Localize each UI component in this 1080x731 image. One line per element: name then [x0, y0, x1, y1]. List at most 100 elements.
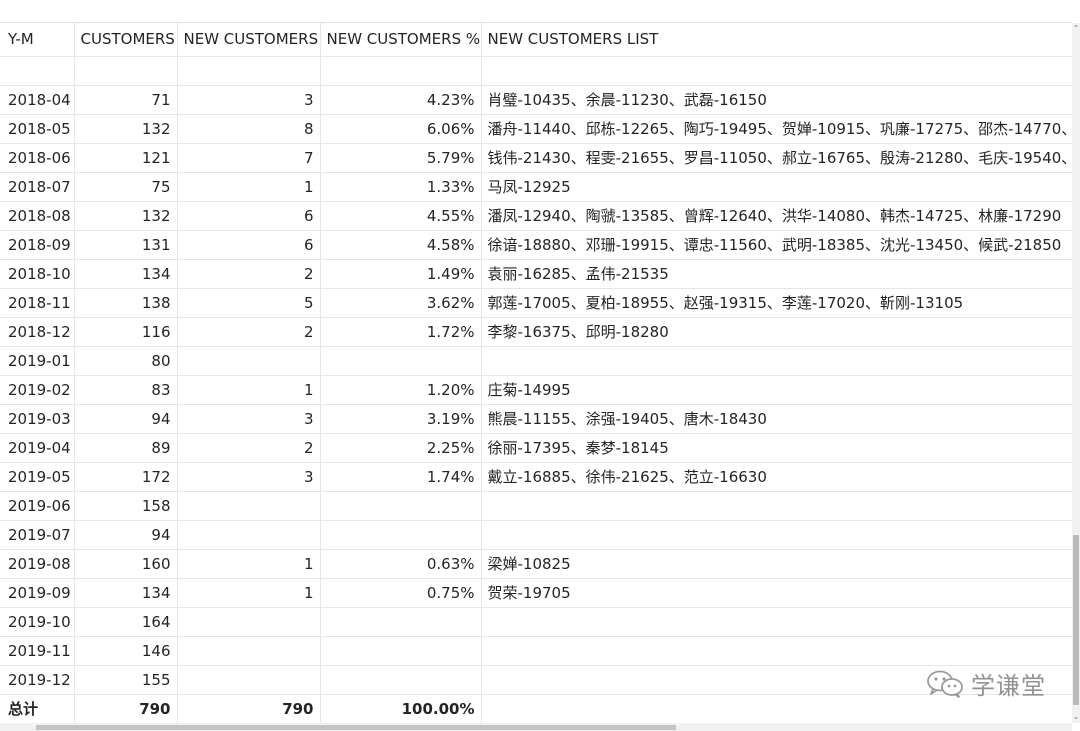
cell-new-customers-list: 郭莲-17005、夏柏-18955、赵强-19315、李莲-17020、靳刚-1… [481, 288, 1072, 318]
cell-new-customers [177, 665, 321, 695]
cell-new-customers-pct: 2.25% [320, 433, 482, 463]
cell-new-customers-pct [320, 665, 482, 695]
column-header-new-customers[interactable]: NEW CUSTOMERS [177, 23, 321, 57]
cell-ym: 2018-07 [0, 172, 75, 202]
cell-new-customers-list: 袁丽-16285、孟伟-21535 [481, 259, 1072, 289]
column-header-customers[interactable]: CUSTOMERS [74, 23, 178, 57]
cell-new-customers-list [481, 607, 1072, 637]
column-header-ym[interactable]: Y-M [0, 23, 75, 57]
vertical-scroll-thumb[interactable] [1073, 535, 1079, 705]
cell-new-customers-list: 梁婵-10825 [481, 549, 1072, 579]
cell-new-customers-pct: 3.62% [320, 288, 482, 318]
watermark: 学谦堂 [925, 666, 1046, 701]
scroll-clip-row [0, 56, 1072, 86]
table-row[interactable]: 2019-09 134 1 0.75% 贺荣-19705 [0, 578, 1072, 608]
cell-new-customers [177, 346, 321, 376]
cell-ym: 2018-10 [0, 259, 75, 289]
cell-new-customers-list: 潘舟-11440、邱栋-12265、陶巧-19495、贺婵-10915、巩廉-1… [481, 114, 1072, 144]
cell-new-customers-list: 庄菊-14995 [481, 375, 1072, 405]
cell-new-customers [177, 520, 321, 550]
cell-customers: 121 [74, 143, 178, 173]
table-visual: Y-M CUSTOMERS NEW CUSTOMERS NEW CUSTOMER… [0, 0, 1080, 731]
total-label: 总计 [0, 693, 75, 723]
column-header-new-customers-list[interactable]: NEW CUSTOMERS LIST [481, 23, 1072, 57]
cell-customers: 94 [74, 520, 178, 550]
horizontal-scrollbar[interactable] [0, 723, 1072, 731]
cell-new-customers-pct: 1.72% [320, 317, 482, 347]
cell-ym: 2018-05 [0, 114, 75, 144]
cell-ym: 2018-04 [0, 85, 75, 115]
table-row[interactable]: 2018-09 131 6 4.58% 徐谙-18880、邓珊-19915、谭忠-115… [0, 230, 1072, 260]
column-header-new-customers-pct[interactable]: NEW CUSTOMERS % [320, 23, 482, 57]
cell-ym: 2019-05 [0, 462, 75, 492]
cell-new-customers: 6 [177, 230, 321, 260]
table-row[interactable]: 2019-05 172 3 1.74% 戴立-16885、徐伟-21625、范立-166… [0, 462, 1072, 492]
table-row[interactable]: 2019-11 146 [0, 636, 1072, 666]
table-row[interactable]: 2018-11 138 5 3.62% 郭莲-17005、夏柏-18955、赵强-193… [0, 288, 1072, 318]
cell-customers: 71 [74, 85, 178, 115]
cell-customers: 75 [74, 172, 178, 202]
cell-new-customers: 2 [177, 433, 321, 463]
cell-ym: 2019-09 [0, 578, 75, 608]
cell-ym: 2019-07 [0, 520, 75, 550]
table-row[interactable]: 2019-04 89 2 2.25% 徐丽-17395、秦梦-18145 [0, 433, 1072, 463]
cell-new-customers-pct: 1.74% [320, 462, 482, 492]
table-row[interactable]: 2019-02 83 1 1.20% 庄菊-14995 [0, 375, 1072, 405]
cell-new-customers-pct [320, 491, 482, 521]
cell-customers: 172 [74, 462, 178, 492]
cell-new-customers-list: 钱伟-21430、程雯-21655、罗昌-11050、郝立-16765、殷涛-2… [481, 143, 1072, 173]
cell-new-customers: 1 [177, 375, 321, 405]
wechat-icon [925, 669, 965, 699]
table-row[interactable]: 2019-03 94 3 3.19% 熊晨-11155、涂强-19405、唐木-1843… [0, 404, 1072, 434]
cell-new-customers: 5 [177, 288, 321, 318]
cell-customers: 134 [74, 259, 178, 289]
cell-ym: 2019-06 [0, 491, 75, 521]
cell-new-customers-list: 徐谙-18880、邓珊-19915、谭忠-11560、武明-18385、沈光-1… [481, 230, 1072, 260]
cell-new-customers-pct: 0.75% [320, 578, 482, 608]
cell-new-customers-pct: 0.63% [320, 549, 482, 579]
table-row[interactable]: 2019-01 80 [0, 346, 1072, 376]
cell-new-customers-pct: 4.23% [320, 85, 482, 115]
cell-customers: 80 [74, 346, 178, 376]
cell-ym: 2019-10 [0, 607, 75, 637]
cell-new-customers-pct [320, 636, 482, 666]
cell-new-customers: 2 [177, 259, 321, 289]
table-row[interactable]: 2018-05 132 8 6.06% 潘舟-11440、邱栋-12265、陶巧-194… [0, 114, 1072, 144]
cell-customers: 160 [74, 549, 178, 579]
vertical-scrollbar[interactable]: ⌃ ⌄ [1072, 23, 1080, 723]
table-row[interactable]: 2019-12 155 [0, 665, 1072, 695]
cell-new-customers-pct: 1.20% [320, 375, 482, 405]
cell-new-customers-list [481, 636, 1072, 666]
table-row[interactable]: 2018-06 121 7 5.79% 钱伟-21430、程雯-21655、罗昌-110… [0, 143, 1072, 173]
cell-new-customers: 1 [177, 549, 321, 579]
table-row[interactable]: 2019-06 158 [0, 491, 1072, 521]
customers-table: Y-M CUSTOMERS NEW CUSTOMERS NEW CUSTOMER… [0, 23, 1072, 723]
cell-new-customers-list [481, 346, 1072, 376]
cell-ym: 2019-12 [0, 665, 75, 695]
cell-new-customers-list: 马凤-12925 [481, 172, 1072, 202]
cell-ym: 2018-09 [0, 230, 75, 260]
horizontal-scroll-thumb[interactable] [36, 725, 676, 730]
table-row[interactable]: 2018-04 71 3 4.23% 肖璧-10435、余晨-11230、武磊-1615… [0, 85, 1072, 115]
table-row[interactable]: 2018-12 116 2 1.72% 李黎-16375、邱明-18280 [0, 317, 1072, 347]
cell-customers: 155 [74, 665, 178, 695]
total-new-customers: 790 [177, 693, 321, 723]
table-row[interactable]: 2018-07 75 1 1.33% 马凤-12925 [0, 172, 1072, 202]
scroll-down-icon[interactable]: ⌄ [1072, 711, 1080, 723]
cell-customers: 83 [74, 375, 178, 405]
table-row[interactable]: 2018-08 132 6 4.55% 潘凤-12940、陶虢-13585、曾辉-126… [0, 201, 1072, 231]
table-row[interactable]: 2018-10 134 2 1.49% 袁丽-16285、孟伟-21535 [0, 259, 1072, 289]
scroll-up-icon[interactable]: ⌃ [1072, 23, 1080, 35]
cell-new-customers [177, 636, 321, 666]
cell-customers: 134 [74, 578, 178, 608]
cell-customers: 131 [74, 230, 178, 260]
header-row: Y-M CUSTOMERS NEW CUSTOMERS NEW CUSTOMER… [0, 23, 1072, 57]
table-row[interactable]: 2019-10 164 [0, 607, 1072, 637]
total-new-customers-pct: 100.00% [320, 693, 482, 723]
table-row[interactable]: 2019-07 94 [0, 520, 1072, 550]
cell-new-customers-pct [320, 520, 482, 550]
cell-new-customers-pct: 1.49% [320, 259, 482, 289]
table-row[interactable]: 2019-08 160 1 0.63% 梁婵-10825 [0, 549, 1072, 579]
cell-customers: 158 [74, 491, 178, 521]
total-row: 总计 790 790 100.00% [0, 693, 1072, 723]
